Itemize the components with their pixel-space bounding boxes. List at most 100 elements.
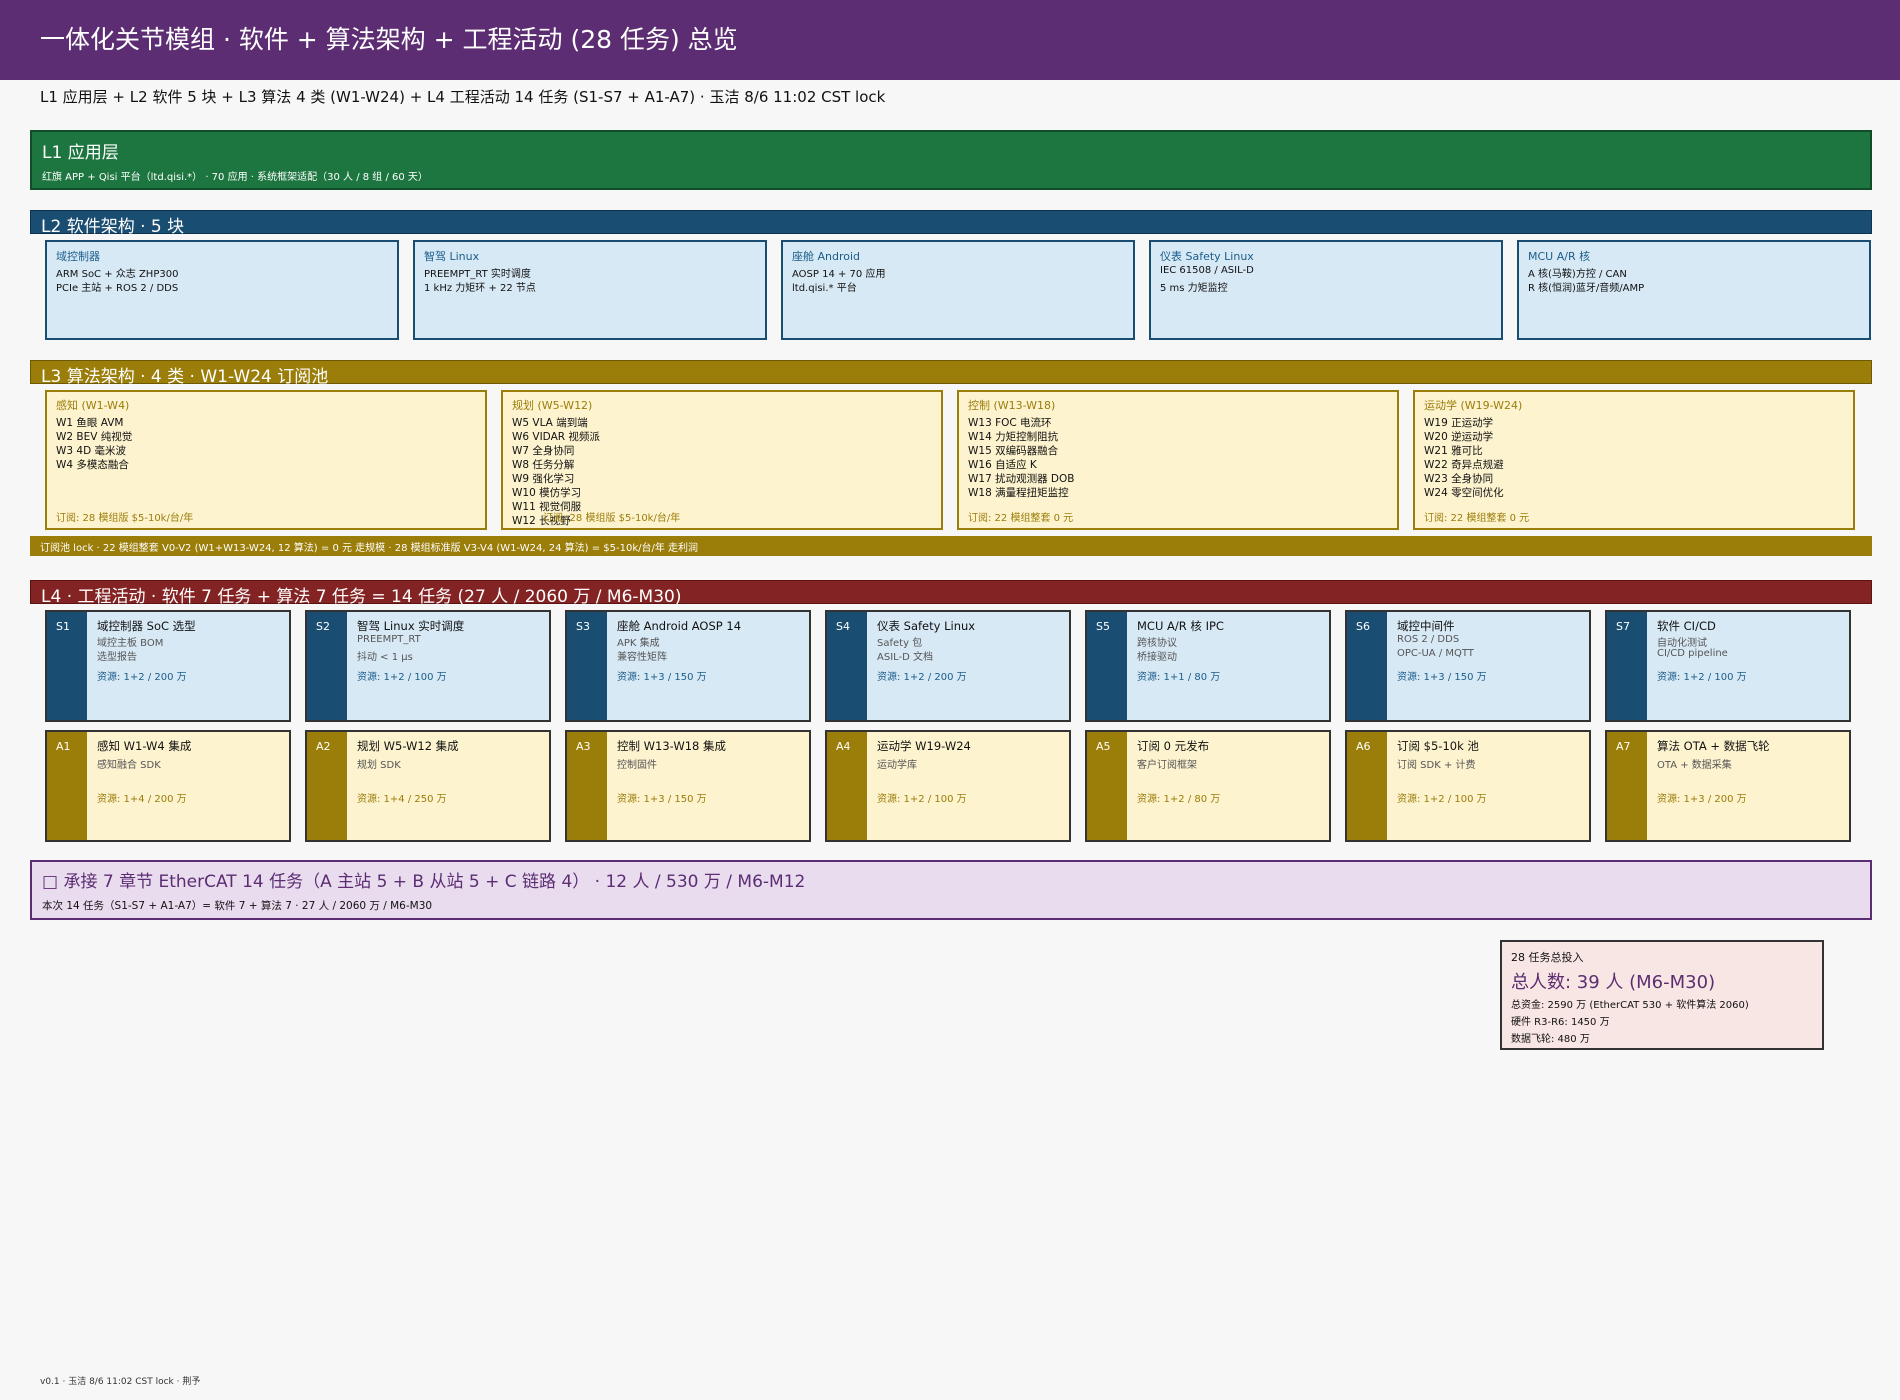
algorithm-item: W21 雅可比	[1424, 445, 1483, 457]
algorithm-category: 运动学 (W19-W24) W19 正运动学 W20 逆运动学 W21 雅可比 …	[1413, 390, 1855, 530]
l4-engineering-band: L4 · 工程活动 · 软件 7 任务 + 算法 7 任务 = 14 任务 (2…	[30, 580, 1872, 607]
algorithm-task-card: A2 规划 W5-W12 集成 规划 SDK 资源: 1+4 / 250 万	[305, 730, 551, 842]
task-deliverable: 运动学库	[877, 760, 917, 771]
task-resources: 资源: 1+2 / 100 万	[1657, 672, 1747, 683]
software-block-name: 智驾 Linux	[424, 250, 480, 263]
summary-line: 总资金: 2590 万 (EtherCAT 530 + 软件算法 2060)	[1511, 1000, 1749, 1011]
software-block-line: A 核(马鞍)方控 / CAN	[1528, 269, 1627, 280]
software-task-card: S3 座舱 Android AOSP 14 APK 集成 兼容性矩阵 资源: 1…	[565, 610, 811, 722]
task-id: S4	[836, 620, 850, 633]
algorithm-item: W18 满量程扭矩监控	[968, 487, 1069, 499]
algorithm-item: W15 双编码器融合	[968, 445, 1059, 457]
task-id-tag: A4	[827, 732, 867, 840]
task-deliverable: PREEMPT_RT	[357, 634, 421, 645]
software-block: MCU A/R 核 A 核(马鞍)方控 / CAN R 核(恒润)蓝牙/音频/A…	[1517, 240, 1871, 340]
l1-subtitle: 红旗 APP + Qisi 平台（ltd.qisi.*） · 70 应用 · 系…	[42, 172, 428, 183]
algorithm-subscription: 订阅: 22 模组整套 0 元	[1424, 513, 1530, 524]
task-resources: 资源: 1+3 / 150 万	[1397, 672, 1487, 683]
task-title: 软件 CI/CD	[1657, 619, 1716, 633]
algorithm-item: W9 强化学习	[512, 473, 575, 485]
task-title: 域控制器 SoC 选型	[97, 619, 196, 633]
software-block-line: IEC 61508 / ASIL-D	[1160, 265, 1254, 276]
algorithm-subscription: 订阅: 28 模组版 $5-10k/台/年	[56, 513, 194, 524]
task-deliverable: 兼容性矩阵	[617, 652, 667, 663]
task-id-tag: S4	[827, 612, 867, 720]
algorithm-subscription: 订阅: 28 模组版 $5-10k/台/年	[543, 513, 681, 524]
task-deliverable: APK 集成	[617, 638, 660, 649]
task-title: 仪表 Safety Linux	[877, 619, 976, 633]
software-block-line: ARM SoC + 众志 ZHP300	[56, 269, 179, 280]
software-block: 座舱 Android AOSP 14 + 70 应用 ltd.qisi.* 平台	[781, 240, 1135, 340]
algorithm-item: W22 奇异点规避	[1424, 459, 1504, 471]
task-title: 订阅 $5-10k 池	[1397, 739, 1479, 753]
algorithm-item: W1 鱼眼 AVM	[56, 417, 124, 429]
algorithm-task-card: A7 算法 OTA + 数据飞轮 OTA + 数据采集 资源: 1+3 / 20…	[1605, 730, 1851, 842]
task-deliverable: OPC-UA / MQTT	[1397, 648, 1474, 659]
l2-title: L2 软件架构 · 5 块	[41, 217, 185, 237]
task-id-tag: S5	[1087, 612, 1127, 720]
task-resources: 资源: 1+2 / 200 万	[97, 672, 187, 683]
algorithm-item: W23 全身协同	[1424, 473, 1494, 485]
task-id: S1	[56, 620, 70, 633]
footer-version: v0.1 · 玉洁 8/6 11:02 CST lock · 荆予	[40, 1377, 201, 1387]
task-deliverable: Safety 包	[877, 638, 923, 649]
task-deliverable: 域控主板 BOM	[97, 638, 164, 649]
algorithm-item: W13 FOC 电流环	[968, 417, 1052, 429]
task-id-tag: S2	[307, 612, 347, 720]
task-resources: 资源: 1+2 / 100 万	[1397, 794, 1487, 805]
software-task-card: S7 软件 CI/CD 自动化测试 CI/CD pipeline 资源: 1+2…	[1605, 610, 1851, 722]
software-block-line: AOSP 14 + 70 应用	[792, 269, 886, 280]
software-task-card: S2 智驾 Linux 实时调度 PREEMPT_RT 抖动 < 1 μs 资源…	[305, 610, 551, 722]
task-id: A6	[1356, 740, 1371, 753]
task-deliverable: 规划 SDK	[357, 760, 401, 771]
algorithm-task-card: A3 控制 W13-W18 集成 控制固件 资源: 1+3 / 150 万	[565, 730, 811, 842]
task-id: A4	[836, 740, 851, 753]
l4-title: L4 · 工程活动 · 软件 7 任务 + 算法 7 任务 = 14 任务 (2…	[41, 587, 682, 607]
task-resources: 资源: 1+2 / 80 万	[1137, 794, 1221, 805]
summary-label: 28 任务总投入	[1511, 951, 1584, 964]
task-title: 控制 W13-W18 集成	[617, 739, 727, 753]
task-title: 座舱 Android AOSP 14	[617, 619, 742, 633]
task-deliverable: 跨核协议	[1137, 638, 1177, 649]
software-task-card: S4 仪表 Safety Linux Safety 包 ASIL-D 文档 资源…	[825, 610, 1071, 722]
ethercat-inheritance-box: □ 承接 7 章节 EtherCAT 14 任务（A 主站 5 + B 从站 5…	[30, 860, 1872, 920]
task-title: 智驾 Linux 实时调度	[357, 619, 465, 633]
task-id-tag: A1	[47, 732, 87, 840]
algorithm-item: W24 零空间优化	[1424, 487, 1504, 499]
algorithm-item: W19 正运动学	[1424, 417, 1494, 429]
algorithm-task-card: A1 感知 W1-W4 集成 感知融合 SDK 资源: 1+4 / 200 万	[45, 730, 291, 842]
l2-software-band: L2 软件架构 · 5 块	[30, 210, 1872, 237]
software-block-line: ltd.qisi.* 平台	[792, 283, 857, 294]
software-block: 智驾 Linux PREEMPT_RT 实时调度 1 kHz 力矩环 + 22 …	[413, 240, 767, 340]
algorithm-task-card: A6 订阅 $5-10k 池 订阅 SDK + 计费 资源: 1+2 / 100…	[1345, 730, 1591, 842]
algorithm-item: W8 任务分解	[512, 459, 575, 471]
algorithm-item: W14 力矩控制阻抗	[968, 431, 1059, 443]
task-deliverable: ROS 2 / DDS	[1397, 634, 1460, 645]
task-id: S2	[316, 620, 330, 633]
task-resources: 资源: 1+4 / 200 万	[97, 794, 187, 805]
algorithm-item: W17 扰动观测器 DOB	[968, 473, 1075, 485]
task-id-tag: A7	[1607, 732, 1647, 840]
algorithm-category: 规划 (W5-W12) W5 VLA 端到端 W6 VIDAR 视频派 W7 全…	[501, 390, 943, 530]
software-block-name: 座舱 Android	[792, 250, 861, 263]
software-block: 域控制器 ARM SoC + 众志 ZHP300 PCIe 主站 + ROS 2…	[45, 240, 399, 340]
task-deliverable: CI/CD pipeline	[1657, 648, 1728, 659]
l3-title: L3 算法架构 · 4 类 · W1-W24 订阅池	[41, 367, 329, 387]
algorithm-task-card: A4 运动学 W19-W24 运动学库 资源: 1+2 / 100 万	[825, 730, 1071, 842]
task-id-tag: A5	[1087, 732, 1127, 840]
task-id-tag: S7	[1607, 612, 1647, 720]
software-block-line: 5 ms 力矩监控	[1160, 283, 1228, 294]
task-id: S6	[1356, 620, 1370, 633]
task-resources: 资源: 1+1 / 80 万	[1137, 672, 1221, 683]
task-deliverable: OTA + 数据采集	[1657, 760, 1732, 771]
algorithm-category-name: 规划 (W5-W12)	[512, 399, 593, 412]
algorithm-item: W3 4D 毫米波	[56, 445, 127, 457]
task-deliverable: 选型报告	[97, 652, 137, 663]
task-id: A7	[1616, 740, 1631, 753]
software-block-name: 域控制器	[56, 250, 100, 263]
task-deliverable: 客户订阅框架	[1137, 760, 1197, 771]
software-block-line: PREEMPT_RT 实时调度	[424, 269, 531, 280]
software-task-card: S5 MCU A/R 核 IPC 跨核协议 桥接驱动 资源: 1+1 / 80 …	[1085, 610, 1331, 722]
ethercat-subtitle: 本次 14 任务（S1-S7 + A1-A7）= 软件 7 + 算法 7 · 2…	[42, 900, 433, 912]
software-block-name: 仪表 Safety Linux	[1160, 250, 1254, 263]
